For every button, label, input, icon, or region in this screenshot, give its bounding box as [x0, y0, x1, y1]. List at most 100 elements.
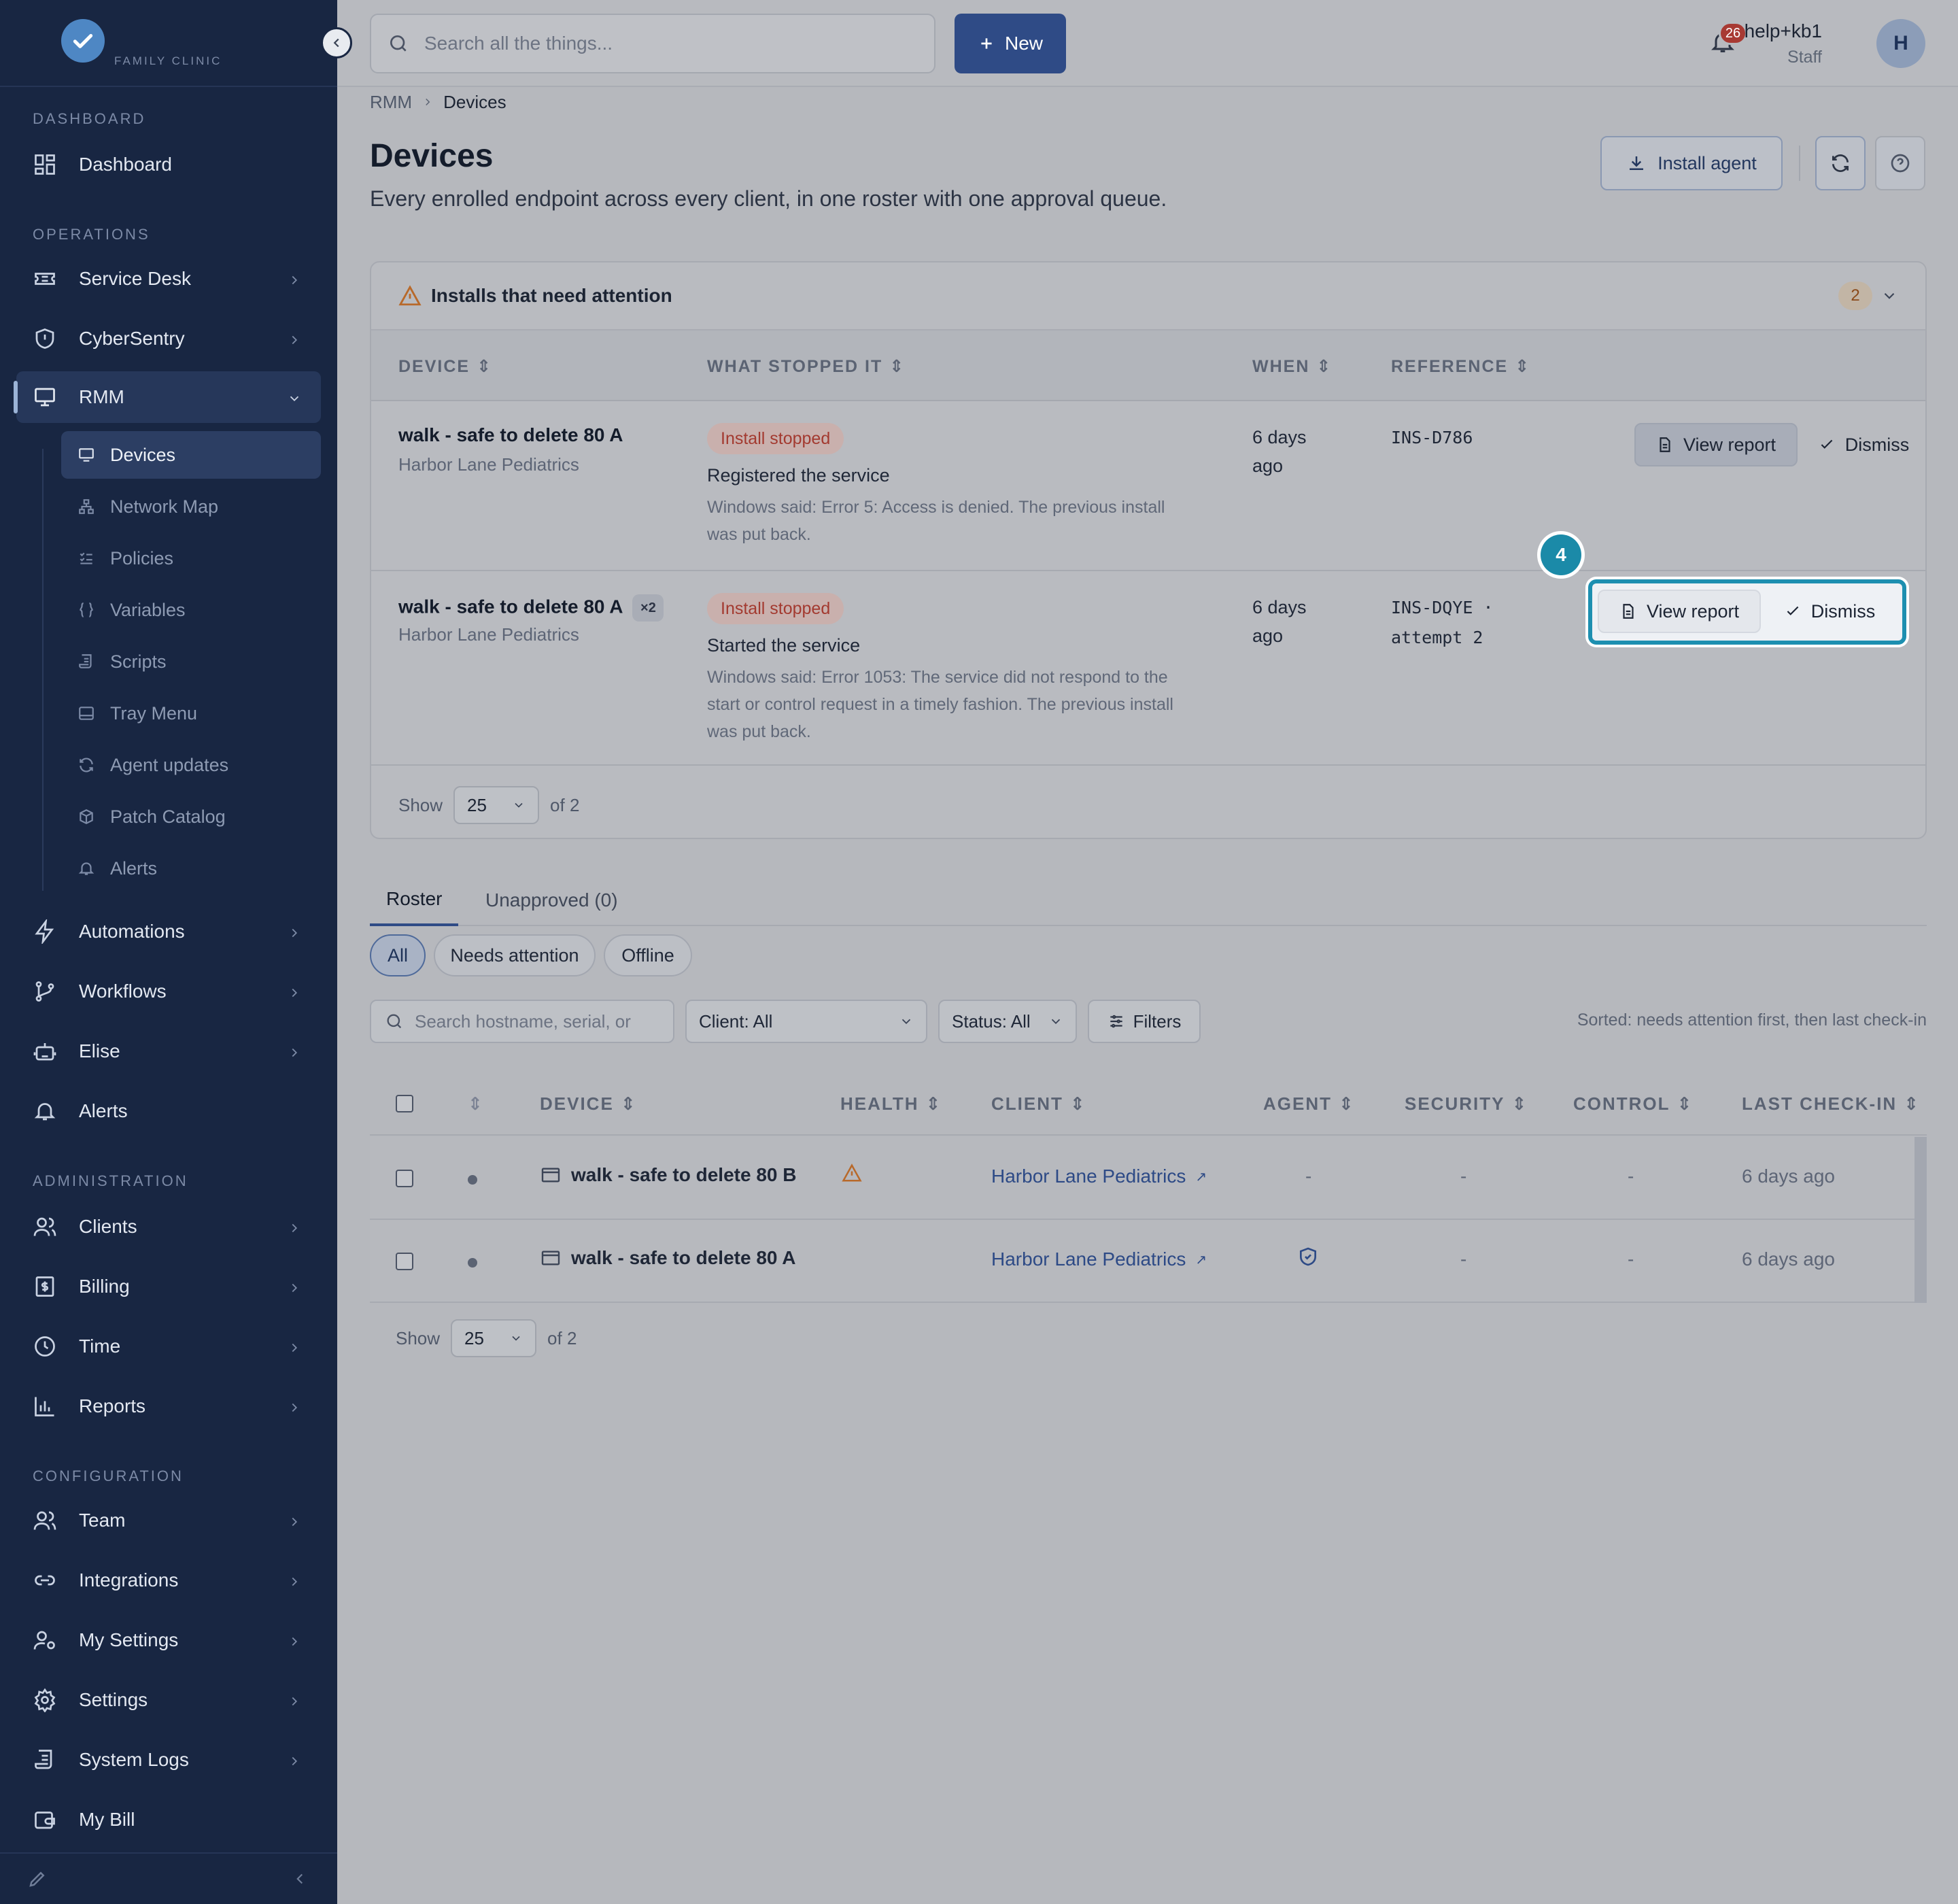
client-link[interactable]: Harbor Lane Pediatrics ↗	[991, 1248, 1207, 1270]
column-header-device[interactable]: DEVICE ⇕	[398, 356, 492, 377]
view-report-button[interactable]: View report	[1598, 590, 1761, 633]
table-row[interactable]: walk - safe to delete 80 B Harbor Lane P…	[370, 1137, 1927, 1220]
column-header-agent[interactable]: AGENT ⇕	[1263, 1093, 1355, 1115]
pencil-icon[interactable]	[27, 1869, 48, 1892]
client-select[interactable]: Client: All	[685, 1000, 927, 1043]
users-icon	[30, 1506, 60, 1535]
sidebar-item-elise[interactable]: Elise	[16, 1025, 321, 1077]
page-size-select[interactable]: 25	[453, 786, 540, 824]
help-circle-icon	[1891, 154, 1910, 173]
tab-roster[interactable]: Roster	[370, 874, 459, 926]
sidebar-item-billing[interactable]: Billing	[16, 1261, 321, 1312]
sidebar-item-cybersentry[interactable]: CyberSentry	[16, 313, 321, 364]
view-report-label: View report	[1646, 600, 1740, 622]
sidebar-item-system-logs[interactable]: System Logs	[16, 1734, 321, 1786]
sidebar-subitem-network-map[interactable]: Network Map	[61, 483, 321, 530]
avatar[interactable]: H	[1876, 19, 1925, 68]
sidebar-item-automations[interactable]: Automations	[16, 906, 321, 957]
sidebar-item-service-desk[interactable]: Service Desk	[16, 253, 321, 305]
column-label: LAST CHECK-IN	[1742, 1093, 1897, 1114]
filters-button[interactable]: Filters	[1088, 1000, 1201, 1043]
sidebar-item-clients[interactable]: Clients	[16, 1201, 321, 1253]
column-header-what-stopped[interactable]: WHAT STOPPED IT ⇕	[707, 356, 905, 377]
installs-attention-header[interactable]: Installs that need attention 2	[371, 262, 1925, 329]
column-header-last-checkin[interactable]: LAST CHECK-IN ⇕	[1742, 1093, 1920, 1115]
new-button[interactable]: New	[955, 14, 1066, 73]
clock-icon	[30, 1331, 60, 1361]
sidebar-collapse-button[interactable]	[321, 27, 352, 58]
sidebar-subitem-alerts[interactable]: Alerts	[61, 845, 321, 892]
column-header-client[interactable]: CLIENT ⇕	[991, 1093, 1086, 1115]
device-cell[interactable]: walk - safe to delete 80 A	[540, 1247, 795, 1269]
column-header-health[interactable]: HEALTH ⇕	[840, 1093, 942, 1115]
section-dashboard: DASHBOARD	[33, 110, 146, 127]
security-cell: -	[1460, 1248, 1467, 1270]
client-link[interactable]: Harbor Lane Pediatrics ↗	[991, 1166, 1207, 1187]
column-header-security[interactable]: SECURITY ⇕	[1405, 1093, 1528, 1115]
sidebar-subitem-patch-catalog[interactable]: Patch Catalog	[61, 793, 321, 840]
sidebar-item-reports[interactable]: Reports	[16, 1380, 321, 1432]
sidebar-item-label: System Logs	[79, 1749, 189, 1770]
device-cell[interactable]: walk - safe to delete 80 B	[540, 1164, 796, 1186]
column-label: HEALTH	[840, 1093, 919, 1114]
refresh-button[interactable]	[1815, 136, 1866, 190]
global-search-input[interactable]: Search all the things...	[370, 14, 935, 73]
status-sort-icon[interactable]: ⇕	[468, 1093, 484, 1115]
notifications-button[interactable]: 26	[1709, 22, 1747, 61]
select-all-checkbox[interactable]	[396, 1095, 413, 1112]
sidebar-item-my-bill[interactable]: My Bill	[16, 1794, 321, 1846]
device-name-wrap[interactable]: walk - safe to delete 80 A ×2	[398, 594, 664, 622]
sidebar-item-dashboard[interactable]: Dashboard	[16, 139, 321, 190]
page-size-select[interactable]: 25	[451, 1319, 537, 1357]
sidebar-item-alerts[interactable]: Alerts	[16, 1085, 321, 1137]
filter-chip-all[interactable]: All	[370, 934, 426, 976]
search-icon	[388, 33, 409, 54]
status-select[interactable]: Status: All	[938, 1000, 1077, 1043]
wallet-icon	[30, 1805, 60, 1835]
dismiss-button[interactable]: Dismiss	[1806, 423, 1921, 466]
sidebar-subitem-tray-menu[interactable]: Tray Menu	[61, 690, 321, 737]
chevron-down-icon[interactable]	[1880, 287, 1898, 309]
install-agent-button[interactable]: Install agent	[1600, 136, 1783, 190]
dismiss-button[interactable]: Dismiss	[1772, 590, 1887, 633]
total-label: of 2	[550, 794, 580, 815]
row-checkbox[interactable]	[396, 1170, 413, 1187]
sidebar-subitem-scripts[interactable]: Scripts	[61, 638, 321, 685]
sidebar-item-team[interactable]: Team	[16, 1495, 321, 1546]
column-header-reference[interactable]: REFERENCE ⇕	[1391, 356, 1530, 377]
sidebar-item-my-settings[interactable]: My Settings	[16, 1614, 321, 1666]
row-checkbox[interactable]	[396, 1253, 413, 1270]
sidebar-item-label: Billing	[79, 1276, 130, 1297]
sidebar-item-rmm[interactable]: RMM	[14, 371, 321, 423]
roster-pagination: Show 25 of 2	[396, 1319, 577, 1357]
sidebar-subitem-policies[interactable]: Policies	[61, 534, 321, 582]
sidebar-subitem-agent-updates[interactable]: Agent updates	[61, 741, 321, 789]
help-button[interactable]	[1875, 136, 1925, 190]
step-number-badge: 4	[1541, 534, 1581, 575]
tab-unapproved[interactable]: Unapproved (0)	[479, 874, 625, 926]
filter-chip-needs-attention[interactable]: Needs attention	[434, 934, 596, 976]
sort-icon: ⇕	[1069, 1093, 1086, 1114]
filter-chip-offline[interactable]: Offline	[604, 934, 692, 976]
column-label: AGENT	[1263, 1093, 1332, 1114]
sidebar-subitem-devices[interactable]: Devices	[61, 431, 321, 479]
sidebar-item-workflows[interactable]: Workflows	[16, 966, 321, 1017]
sidebar-item-settings[interactable]: Settings	[16, 1674, 321, 1726]
sidebar-subitem-variables[interactable]: Variables	[61, 586, 321, 634]
logo-check-icon[interactable]	[61, 19, 105, 63]
table-row[interactable]: walk - safe to delete 80 A Harbor Lane P…	[370, 1220, 1927, 1303]
column-header-when[interactable]: WHEN ⇕	[1252, 356, 1332, 377]
collapse-left-icon[interactable]	[291, 1870, 309, 1891]
column-header-control[interactable]: CONTROL ⇕	[1573, 1093, 1693, 1115]
roster-search-input[interactable]: Search hostname, serial, or	[370, 1000, 674, 1043]
column-header-device[interactable]: DEVICE ⇕	[540, 1093, 637, 1115]
device-name[interactable]: walk - safe to delete 80 A	[398, 424, 623, 446]
sidebar-item-integrations[interactable]: Integrations	[16, 1554, 321, 1606]
external-link-icon: ↗	[1195, 1252, 1207, 1268]
file-icon	[1623, 604, 1634, 619]
sidebar-item-label: Clients	[79, 1216, 137, 1237]
sidebar-item-time[interactable]: Time	[16, 1321, 321, 1372]
plus-icon	[981, 38, 992, 49]
view-report-button[interactable]: View report	[1634, 423, 1798, 466]
breadcrumb-rmm[interactable]: RMM	[370, 92, 412, 113]
